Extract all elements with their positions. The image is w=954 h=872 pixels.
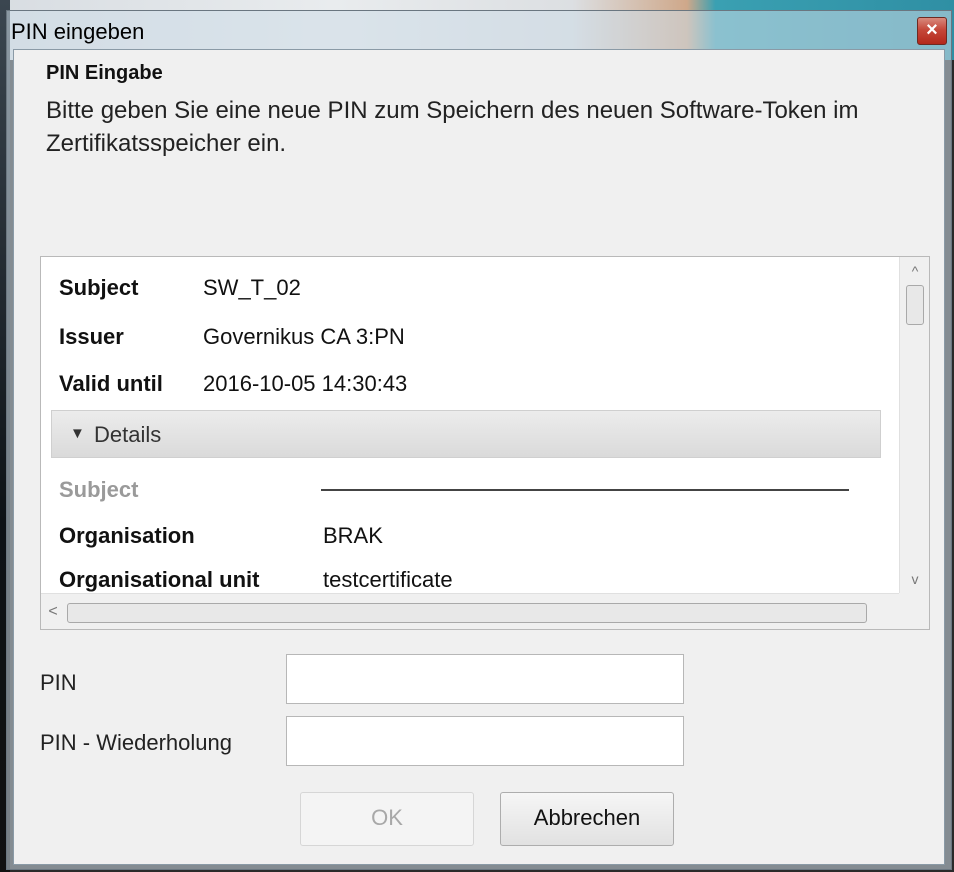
pin-repeat-input[interactable] — [286, 716, 684, 766]
vertical-scrollbar[interactable]: ^ v — [899, 257, 929, 593]
scrollbar-corner — [899, 593, 929, 629]
scroll-left-icon[interactable]: < — [43, 600, 63, 624]
subject-value: SW_T_02 — [203, 275, 301, 300]
details-label: Details — [94, 422, 162, 447]
valid-until-value: 2016-10-05 14:30:43 — [203, 371, 408, 396]
dialog-description: Bitte geben Sie eine neue PIN zum Speich… — [46, 97, 859, 157]
horizontal-scrollbar[interactable]: < > — [41, 593, 924, 629]
scroll-down-icon[interactable]: v — [900, 567, 930, 591]
certificate-content: Subject SW_T_02 Issuer Governikus CA 3:P… — [51, 257, 891, 593]
close-icon: × — [926, 19, 938, 41]
pin-label: PIN — [40, 670, 77, 695]
organisation-value: BRAK — [323, 523, 383, 548]
details-subject-section: Subject — [59, 477, 138, 503]
window-title: PIN eingeben — [11, 19, 145, 44]
scroll-up-icon[interactable]: ^ — [900, 259, 930, 283]
issuer-label: Issuer — [59, 324, 124, 349]
organisational-unit-value: testcertificate — [323, 567, 453, 592]
certificate-panel[interactable]: Subject SW_T_02 Issuer Governikus CA 3:P… — [40, 256, 930, 630]
vertical-scroll-thumb[interactable] — [906, 285, 924, 325]
subject-label: Subject — [59, 275, 139, 300]
pin-repeat-label: PIN - Wiederholung — [40, 730, 232, 755]
triangle-down-icon: ▼ — [70, 425, 85, 442]
dialog-heading: PIN Eingabe — [46, 62, 163, 84]
details-toggle[interactable]: ▼ Details — [51, 410, 881, 458]
close-button[interactable]: × — [917, 17, 947, 45]
organisational-unit-label: Organisational unit — [59, 567, 260, 592]
horizontal-scroll-thumb[interactable] — [67, 603, 867, 623]
title-bar[interactable]: PIN eingeben × — [7, 11, 951, 53]
cancel-button[interactable]: Abbrechen — [500, 792, 674, 846]
details-subject-label: Subject — [59, 477, 139, 502]
organisation-label: Organisation — [59, 523, 195, 548]
valid-until-label: Valid until — [59, 371, 163, 396]
pin-input[interactable] — [286, 654, 684, 704]
ok-button[interactable]: OK — [300, 792, 474, 846]
section-divider — [321, 489, 849, 491]
issuer-value: Governikus CA 3:PN — [203, 324, 405, 349]
